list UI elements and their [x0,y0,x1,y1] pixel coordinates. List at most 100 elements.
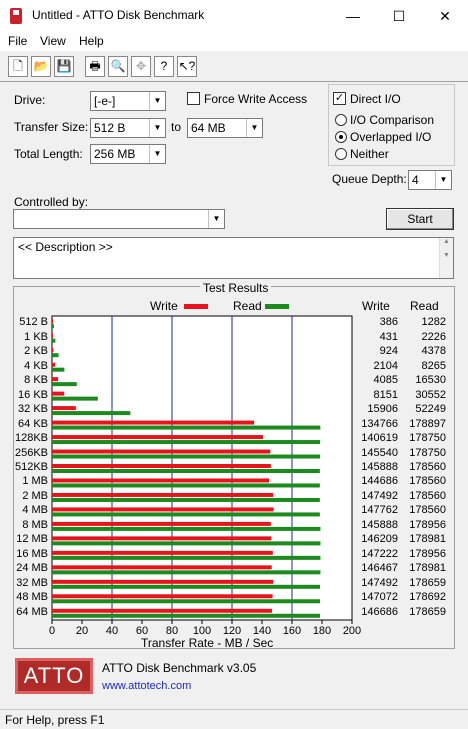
read-bar [52,570,321,575]
read-value: 178981 [409,562,446,575]
read-value: 178956 [409,518,446,531]
category-label: 1 KB [24,330,48,343]
write-bar [52,608,273,613]
read-bar [52,411,131,416]
read-bar [52,512,320,517]
write-value: 147072 [361,591,398,604]
read-value: 178956 [409,547,446,560]
write-value: 145888 [361,518,398,531]
write-bar [52,333,53,338]
write-value: 134766 [361,417,398,430]
write-bar [52,492,274,497]
read-bar [52,396,98,401]
write-bar [52,406,76,411]
read-value: 52249 [415,403,446,416]
category-label: 512 B [19,316,48,329]
write-value: 2104 [373,359,398,372]
read-value: 178981 [409,533,446,546]
category-label: 2 MB [22,489,48,502]
write-value: 145540 [361,446,398,459]
read-bar [52,584,320,589]
write-value: 147222 [361,547,398,560]
write-value: 147492 [361,489,398,502]
category-label: 32 KB [18,403,48,416]
read-value: 30552 [415,388,446,401]
x-tick-label: 200 [343,625,361,637]
category-label: 128KB [14,432,48,445]
category-label: 4 MB [22,504,48,517]
x-tick-label: 20 [76,625,88,637]
write-bar [52,362,56,367]
read-value: 178560 [409,461,446,473]
write-value: 924 [379,345,398,358]
write-bar [52,594,273,599]
write-value: 4085 [373,374,398,387]
atto-logo: ATTO [15,658,93,694]
read-bar [52,541,321,546]
read-bar [52,353,59,358]
read-bar [52,599,321,604]
read-value: 178692 [409,591,446,604]
read-bar [52,338,56,343]
atto-link[interactable]: www.attotech.com [102,680,191,692]
x-tick-label: 0 [49,625,55,637]
write-bar [52,464,271,468]
write-value: 386 [379,316,398,329]
read-bar [52,526,321,531]
read-bar [52,425,321,430]
write-value: 140619 [361,432,398,445]
x-axis-label: Transfer Rate - MB / Sec [141,636,274,650]
write-value: 431 [379,330,398,343]
read-bar [52,483,320,488]
category-label: 16 MB [16,547,48,560]
read-bar [52,440,321,445]
write-bar [52,521,271,526]
category-label: 512KB [14,461,48,473]
write-value: 8151 [373,388,398,401]
read-value: 1282 [421,316,446,329]
write-bar [52,579,274,584]
read-bar [52,324,54,329]
read-value: 16530 [415,374,446,387]
write-bar [52,319,53,324]
write-bar [52,536,272,541]
status-text: For Help, press F1 [5,713,105,727]
read-bar [52,469,320,473]
write-value: 145888 [361,461,398,473]
read-value: 8265 [421,359,446,372]
category-label: 16 KB [18,388,48,401]
write-bar [52,377,59,382]
read-value: 178750 [409,446,446,459]
write-bar [52,449,271,454]
category-label: 64 KB [18,417,48,430]
category-label: 2 KB [24,345,48,358]
write-value: 146209 [361,533,398,546]
read-bar [52,454,321,459]
write-bar [52,420,255,425]
write-value: 146686 [361,605,398,618]
category-label: 1 MB [22,475,48,488]
write-bar [52,550,273,555]
read-value: 178897 [409,417,446,430]
status-bar: For Help, press F1 [0,709,468,729]
read-bar [52,497,320,502]
category-label: 12 MB [16,533,48,546]
write-value: 146467 [361,562,398,575]
category-label: 8 KB [24,374,48,387]
category-label: 24 MB [16,562,48,575]
write-value: 147762 [361,504,398,517]
x-tick-label: 180 [313,625,331,637]
category-label: 4 KB [24,359,48,372]
read-value: 178659 [409,576,446,589]
write-bar [52,565,272,570]
category-label: 64 MB [16,605,48,618]
read-value: 2226 [421,330,446,343]
category-label: 32 MB [16,576,48,589]
write-value: 15906 [367,403,398,416]
write-bar [52,348,54,353]
product-name: ATTO Disk Benchmark v3.05 [102,661,257,675]
category-label: 48 MB [16,591,48,604]
category-label: 8 MB [22,518,48,531]
x-tick-label: 160 [283,625,301,637]
write-value: 147492 [361,576,398,589]
